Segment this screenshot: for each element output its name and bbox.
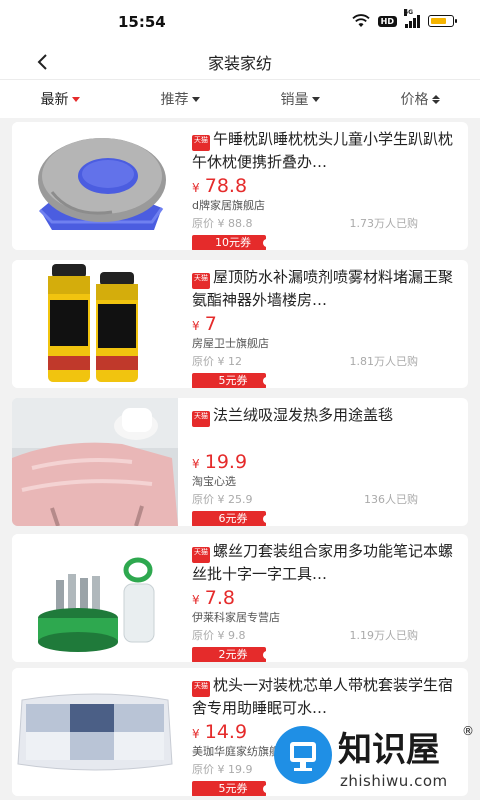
currency-symbol: ¥ xyxy=(192,727,200,741)
original-price: 原价 ¥ 25.9 xyxy=(192,493,253,506)
product-title-text: 法兰绒吸湿发热多用途盖毯 xyxy=(213,406,394,424)
wifi-icon xyxy=(352,14,370,27)
shop-name: 房屋卫士旗舰店 xyxy=(192,337,269,350)
original-price: 原价 ¥ 9.8 xyxy=(192,629,246,642)
product-info: 天猫 屋顶防水补漏喷剂喷雾材料堵漏王聚氨酯神器外墙楼房… ¥ 7 房屋卫士旗舰店 … xyxy=(192,266,460,388)
caret-down-icon xyxy=(311,97,320,102)
coupon-badge[interactable]: 6元券 xyxy=(192,511,271,526)
currency-symbol: ¥ xyxy=(192,181,200,195)
shop-name: d牌家居旗舰店 xyxy=(192,199,265,212)
status-bar: 15:54 HD 5G xyxy=(0,0,480,44)
price-value: 19.9 xyxy=(204,451,248,473)
sold-count: 1.73万人已购 xyxy=(349,217,419,230)
meta-row: 原价 ¥ 9.8 1.19万人已购 xyxy=(192,627,460,643)
currency-symbol: ¥ xyxy=(192,457,200,471)
watermark: 知识屋 ® zhishiwu.com xyxy=(274,720,474,794)
product-price: ¥ 7.8 xyxy=(192,587,460,609)
nav-bar: 家装家纺 xyxy=(0,44,480,80)
signal-label: 5G xyxy=(404,8,414,16)
product-price: ¥ 78.8 xyxy=(192,175,460,197)
original-price: 原价 ¥ 19.9 xyxy=(192,763,253,776)
product-title: 天猫 午睡枕趴睡枕枕头儿童小学生趴趴枕午休枕便携折叠办… xyxy=(192,128,460,172)
product-title-text: 午睡枕趴睡枕枕头儿童小学生趴趴枕午休枕便携折叠办… xyxy=(192,130,454,171)
sort-icon xyxy=(431,94,440,104)
meta-row: 原价 ¥ 25.9 136人已购 xyxy=(192,491,460,507)
product-image xyxy=(12,122,178,250)
shop-name: 伊莱科家居专营店 xyxy=(192,611,280,624)
product-card[interactable]: 天猫 屋顶防水补漏喷剂喷雾材料堵漏王聚氨酯神器外墙楼房… ¥ 7 房屋卫士旗舰店 … xyxy=(12,260,468,388)
product-info: 天猫 法兰绒吸湿发热多用途盖毯 ¥ 19.9 淘宝心选 原价 ¥ 25.9 136人… xyxy=(192,404,460,526)
product-card[interactable]: 天猫 螺丝刀套装组合家用多功能笔记本螺丝批十字一字工具… ¥ 7.8 伊莱科家居专… xyxy=(12,534,468,662)
filter-label: 最新 xyxy=(40,92,69,108)
coupon-badge[interactable]: 5元券 xyxy=(192,781,271,796)
tmall-badge: 天猫 xyxy=(192,135,210,151)
product-image xyxy=(12,534,178,662)
tmall-badge: 天猫 xyxy=(192,681,210,697)
watermark-url: zhishiwu.com xyxy=(340,772,448,790)
product-title-text: 枕头一对装枕芯单人带枕套装学生宿舍专用助睡眠可水… xyxy=(192,676,454,717)
product-card[interactable]: 天猫 午睡枕趴睡枕枕头儿童小学生趴趴枕午休枕便携折叠办… ¥ 78.8 d牌家居旗… xyxy=(12,122,468,250)
watermark-reg: ® xyxy=(462,724,474,738)
product-title-text: 屋顶防水补漏喷剂喷雾材料堵漏王聚氨酯神器外墙楼房… xyxy=(192,268,454,309)
original-price: 原价 ¥ 88.8 xyxy=(192,217,253,230)
product-price: ¥ 19.9 xyxy=(192,451,460,473)
product-title: 天猫 屋顶防水补漏喷剂喷雾材料堵漏王聚氨酯神器外墙楼房… xyxy=(192,266,460,310)
coupon-badge[interactable]: 2元券 xyxy=(192,647,271,662)
battery-level xyxy=(431,18,446,24)
tmall-badge: 天猫 xyxy=(192,273,210,289)
currency-symbol: ¥ xyxy=(192,319,200,333)
price-value: 7.8 xyxy=(204,587,235,609)
currency-symbol: ¥ xyxy=(192,593,200,607)
watermark-text: 知识屋 xyxy=(338,730,440,770)
status-time: 15:54 xyxy=(118,13,166,31)
filter-bar: 最新 推荐 销量 价格 xyxy=(0,80,480,118)
price-value: 78.8 xyxy=(204,175,248,197)
coupon-badge[interactable]: 5元券 xyxy=(192,373,271,388)
product-image xyxy=(12,668,178,796)
filter-latest[interactable]: 最新 xyxy=(0,80,120,118)
meta-row: 原价 ¥ 12 1.81万人已购 xyxy=(192,353,460,369)
battery-icon xyxy=(428,15,457,27)
sold-count: 1.19万人已购 xyxy=(349,629,419,642)
product-info: 天猫 午睡枕趴睡枕枕头儿童小学生趴趴枕午休枕便携折叠办… ¥ 78.8 d牌家居旗… xyxy=(192,128,460,250)
sold-count: 1.81万人已购 xyxy=(349,355,419,368)
filter-recommend[interactable]: 推荐 xyxy=(120,80,240,118)
product-info: 天猫 螺丝刀套装组合家用多功能笔记本螺丝批十字一字工具… ¥ 7.8 伊莱科家居专… xyxy=(192,540,460,662)
tmall-badge: 天猫 xyxy=(192,411,210,427)
filter-label: 销量 xyxy=(280,92,309,108)
product-card[interactable]: 天猫 法兰绒吸湿发热多用途盖毯 ¥ 19.9 淘宝心选 原价 ¥ 25.9 136人… xyxy=(12,398,468,526)
product-title: 天猫 法兰绒吸湿发热多用途盖毯 xyxy=(192,404,460,448)
product-price: ¥ 7 xyxy=(192,313,460,335)
meta-row: 原价 ¥ 88.8 1.73万人已购 xyxy=(192,215,460,231)
caret-down-icon xyxy=(71,97,80,102)
status-icons: HD 5G xyxy=(352,8,457,28)
filter-label: 价格 xyxy=(400,92,429,108)
watermark-logo-icon xyxy=(274,726,332,784)
shop-name: 淘宝心选 xyxy=(192,475,236,488)
coupon-badge[interactable]: 10元券 xyxy=(192,235,271,250)
original-price: 原价 ¥ 12 xyxy=(192,355,242,368)
filter-label: 推荐 xyxy=(160,92,189,108)
filter-sales[interactable]: 销量 xyxy=(240,80,360,118)
product-title: 天猫 螺丝刀套装组合家用多功能笔记本螺丝批十字一字工具… xyxy=(192,540,460,584)
filter-price[interactable]: 价格 xyxy=(360,80,480,118)
product-image xyxy=(12,260,178,388)
product-title: 天猫 枕头一对装枕芯单人带枕套装学生宿舍专用助睡眠可水… xyxy=(192,674,460,718)
sold-count: 136人已购 xyxy=(364,493,418,506)
product-title-text: 螺丝刀套装组合家用多功能笔记本螺丝批十字一字工具… xyxy=(192,542,454,583)
signal-icon: 5G xyxy=(404,8,420,28)
product-image xyxy=(12,398,178,526)
caret-down-icon xyxy=(191,97,200,102)
page-title: 家装家纺 xyxy=(207,54,272,73)
hd-badge: HD xyxy=(377,15,397,27)
tmall-badge: 天猫 xyxy=(192,547,210,563)
price-value: 7 xyxy=(204,313,217,335)
price-value: 14.9 xyxy=(204,721,248,743)
